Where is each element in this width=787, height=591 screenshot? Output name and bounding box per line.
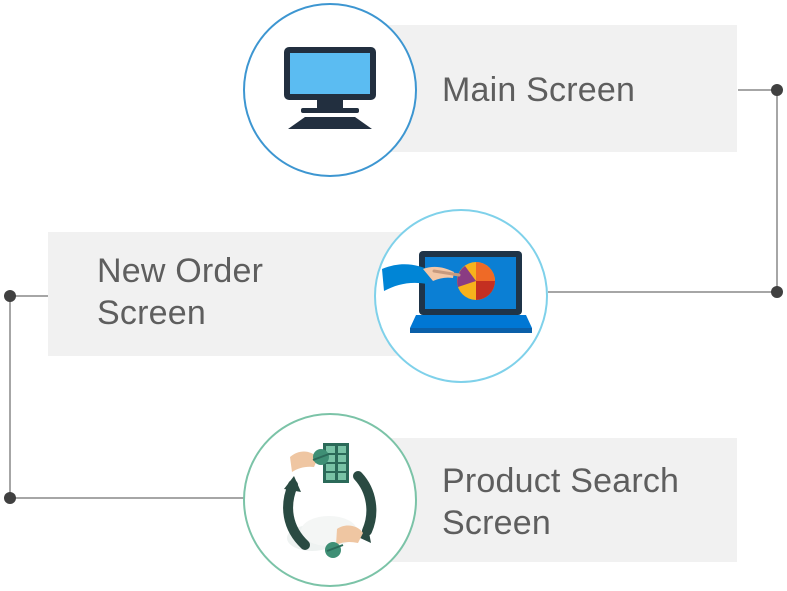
desktop-computer-icon [284,47,376,129]
exchange-cycle-icon [283,443,377,558]
product-search-screen-circle [243,413,417,587]
connector-dot-order-right [771,286,783,298]
main-screen-label: Main Screen [442,71,636,109]
connector-dot-main [771,84,783,96]
connector-dot-product [4,492,16,504]
connector-dot-order-left [4,290,16,302]
product-search-screen-label: Product Search Screen [442,462,680,542]
main-screen-circle [243,3,417,177]
laptop-pie-chart-icon [382,251,532,333]
new-order-screen-circle [374,209,548,383]
new-order-screen-label: New Order Screen [97,252,264,332]
